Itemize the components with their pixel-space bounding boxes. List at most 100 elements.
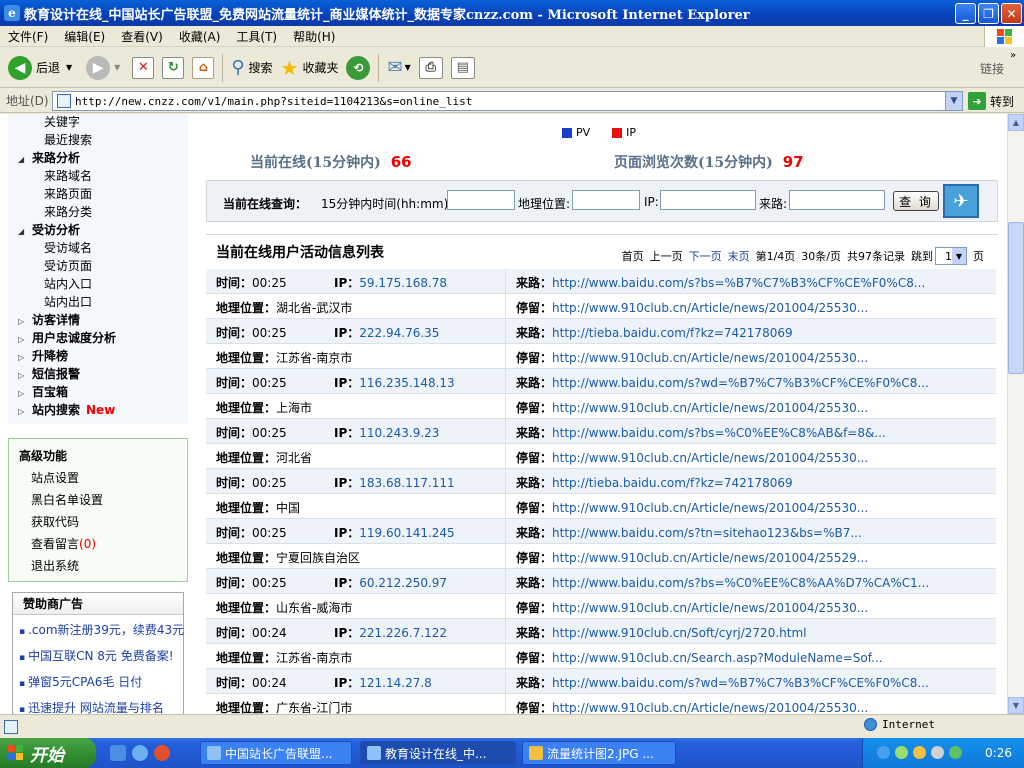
sidebar-group[interactable]: ◢ 来路分析 bbox=[18, 149, 80, 166]
minimize-button[interactable]: _ bbox=[955, 3, 976, 24]
referrer-link[interactable]: http://tieba.baidu.com/f?kz=742178069 bbox=[552, 476, 793, 490]
ip-value[interactable]: 119.60.141.245 bbox=[359, 526, 454, 540]
stay-page-link[interactable]: http://www.910club.cn/Article/news/20100… bbox=[552, 351, 868, 365]
ie-quicklaunch-icon[interactable] bbox=[132, 745, 148, 761]
stay-page-link[interactable]: http://www.910club.cn/Article/news/20100… bbox=[552, 701, 868, 714]
blacklist-settings-link[interactable]: 黑白名单设置 bbox=[31, 491, 103, 508]
toolbar-chevron-icon[interactable]: » bbox=[1010, 50, 1016, 61]
sponsor-ad[interactable]: .com新注册39元，续费43元 bbox=[19, 621, 184, 638]
sidebar-group[interactable]: ▷ 站内搜索 New bbox=[18, 401, 115, 418]
sidebar-group[interactable]: ◢ 受访分析 bbox=[18, 221, 80, 238]
referrer-link[interactable]: http://www.baidu.com/s?bs=%C0%EE%C8%AB&f… bbox=[552, 426, 886, 440]
query-button[interactable]: 查 询 bbox=[893, 191, 939, 211]
sidebar-item[interactable]: 来路分类 bbox=[44, 203, 92, 220]
scroll-up-icon[interactable]: ▲ bbox=[1008, 114, 1024, 131]
back-dropdown-icon[interactable]: ▼ bbox=[66, 63, 72, 72]
sidebar-item[interactable]: 受访域名 bbox=[44, 239, 92, 256]
edit-button[interactable]: ▤ bbox=[450, 52, 475, 84]
sidebar-group[interactable]: ▷ 短信报警 bbox=[18, 365, 80, 382]
stay-page-link[interactable]: http://www.910club.cn/Article/news/20100… bbox=[552, 401, 868, 415]
search-button[interactable]: ⚲ 搜索 bbox=[231, 52, 272, 84]
sidebar-group[interactable]: ▷ 用户忠诚度分析 bbox=[18, 329, 116, 346]
site-settings-link[interactable]: 站点设置 bbox=[31, 469, 79, 486]
referrer-link[interactable]: http://www.baidu.com/s?bs=%B7%C7%B3%CF%C… bbox=[552, 276, 925, 290]
close-button[interactable]: ✕ bbox=[1001, 3, 1022, 24]
sidebar-group[interactable]: ▷ 访客详情 bbox=[18, 311, 80, 328]
collapsed-icon[interactable]: ▷ bbox=[18, 407, 32, 416]
stay-page-link[interactable]: http://www.910club.cn/Search.asp?ModuleN… bbox=[552, 651, 883, 665]
media-quicklaunch-icon[interactable] bbox=[154, 745, 170, 761]
back-button[interactable]: ◀ 后退 ▼ bbox=[8, 52, 72, 84]
taskbar-item-active[interactable]: 教育设计在线_中... bbox=[360, 741, 516, 765]
mail-dropdown-icon[interactable]: ▼ bbox=[405, 63, 411, 72]
window-title-bar[interactable]: e 教育设计在线_中国站长广告联盟_免费网站流量统计_商业媒体统计_数据专家cn… bbox=[0, 0, 1024, 26]
scroll-thumb[interactable] bbox=[1008, 222, 1024, 374]
ip-input[interactable] bbox=[660, 190, 756, 210]
vertical-scrollbar[interactable]: ▲ ▼ bbox=[1007, 114, 1024, 714]
expanded-icon[interactable]: ◢ bbox=[18, 155, 32, 164]
sidebar-item[interactable]: 关键字 bbox=[44, 114, 80, 130]
stop-button[interactable]: ✕ bbox=[132, 52, 155, 84]
sponsor-ad[interactable]: 弹窗5元CPA6毛 日付 bbox=[19, 673, 142, 690]
ip-value[interactable]: 110.243.9.23 bbox=[359, 426, 439, 440]
time-input[interactable] bbox=[447, 190, 515, 210]
quicklaunch-icon[interactable] bbox=[110, 745, 126, 761]
ip-value[interactable]: 121.14.27.8 bbox=[359, 676, 432, 690]
expanded-icon[interactable]: ◢ bbox=[18, 227, 32, 236]
mail-button[interactable]: ✉ ▼ bbox=[387, 52, 410, 84]
menu-tools[interactable]: 工具(T) bbox=[228, 28, 285, 45]
stay-page-link[interactable]: http://www.910club.cn/Article/news/20100… bbox=[552, 301, 868, 315]
sponsor-ad[interactable]: 中国互联CN 8元 免费备案! bbox=[19, 647, 173, 664]
print-button[interactable]: ⎙ bbox=[418, 52, 443, 84]
sponsor-ad[interactable]: 迅速提升 网站流量与排名 bbox=[19, 699, 164, 714]
referrer-link[interactable]: http://tieba.baidu.com/f?kz=742178069 bbox=[552, 326, 793, 340]
scroll-down-icon[interactable]: ▼ bbox=[1008, 697, 1024, 714]
favorites-button[interactable]: ★ 收藏夹 bbox=[281, 52, 339, 84]
collapsed-icon[interactable]: ▷ bbox=[18, 353, 32, 362]
collapsed-icon[interactable]: ▷ bbox=[18, 317, 32, 326]
menu-favorites[interactable]: 收藏(A) bbox=[171, 28, 229, 45]
ip-value[interactable]: 222.94.76.35 bbox=[359, 326, 439, 340]
taskbar-item[interactable]: 中国站长广告联盟... bbox=[200, 741, 352, 765]
collapsed-icon[interactable]: ▷ bbox=[18, 389, 32, 398]
refresh-button[interactable]: ↻ bbox=[162, 52, 185, 84]
referrer-link[interactable]: http://www.baidu.com/s?wd=%B7%C7%B3%CF%C… bbox=[552, 676, 929, 690]
network-icon[interactable] bbox=[949, 746, 962, 759]
pager-next[interactable]: 下一页 bbox=[689, 248, 722, 264]
collapsed-icon[interactable]: ▷ bbox=[18, 371, 32, 380]
sidebar-item[interactable]: 站内出口 bbox=[44, 293, 92, 310]
collapsed-icon[interactable]: ▷ bbox=[18, 335, 32, 344]
sidebar-item[interactable]: 站内入口 bbox=[44, 275, 92, 292]
sidebar-item[interactable]: 受访页面 bbox=[44, 257, 92, 274]
menu-view[interactable]: 查看(V) bbox=[113, 28, 171, 45]
view-messages-link[interactable]: 查看留言(0) bbox=[31, 535, 96, 552]
geo-input[interactable] bbox=[572, 190, 640, 210]
page-select[interactable]: 1 ▼ bbox=[935, 247, 967, 265]
sidebar-group[interactable]: ▷ 百宝箱 bbox=[18, 383, 68, 400]
menu-edit[interactable]: 编辑(E) bbox=[56, 28, 113, 45]
taskbar-item[interactable]: 流量统计图2.JPG ... bbox=[522, 741, 676, 765]
address-field[interactable]: http://new.cnzz.com/v1/main.php?siteid=1… bbox=[52, 91, 963, 111]
referrer-link[interactable]: http://www.910club.cn/Soft/cyrj/2720.htm… bbox=[552, 626, 806, 640]
menu-help[interactable]: 帮助(H) bbox=[285, 28, 343, 45]
pager-last[interactable]: 末页 bbox=[728, 248, 750, 264]
stay-page-link[interactable]: http://www.910club.cn/Article/news/20100… bbox=[552, 451, 868, 465]
tray-icon[interactable] bbox=[877, 746, 890, 759]
stay-page-link[interactable]: http://www.910club.cn/Article/news/20100… bbox=[552, 501, 868, 515]
volume-icon[interactable] bbox=[931, 746, 944, 759]
sidebar-group[interactable]: ▷ 升降榜 bbox=[18, 347, 68, 364]
sidebar-item[interactable]: 来路域名 bbox=[44, 167, 92, 184]
referrer-link[interactable]: http://www.baidu.com/s?wd=%B7%C7%B3%CF%C… bbox=[552, 376, 929, 390]
address-dropdown-icon[interactable]: ▼ bbox=[945, 92, 962, 110]
logout-link[interactable]: 退出系统 bbox=[31, 557, 79, 574]
ip-value[interactable]: 60.212.250.97 bbox=[359, 576, 447, 590]
forward-dropdown-icon[interactable]: ▼ bbox=[114, 63, 120, 72]
referrer-link[interactable]: http://www.baidu.com/s?bs=%C0%EE%C8%AA%D… bbox=[552, 576, 929, 590]
maximize-button[interactable]: ❐ bbox=[978, 3, 999, 24]
links-label[interactable]: 链接 bbox=[980, 60, 1004, 77]
forward-button[interactable]: ▶ ▼ bbox=[86, 52, 120, 84]
tray-icon[interactable] bbox=[913, 746, 926, 759]
sidebar-item[interactable]: 来路页面 bbox=[44, 185, 92, 202]
go-button[interactable]: ➜ 转到 bbox=[968, 92, 1014, 110]
home-button[interactable]: ⌂ bbox=[192, 52, 215, 84]
